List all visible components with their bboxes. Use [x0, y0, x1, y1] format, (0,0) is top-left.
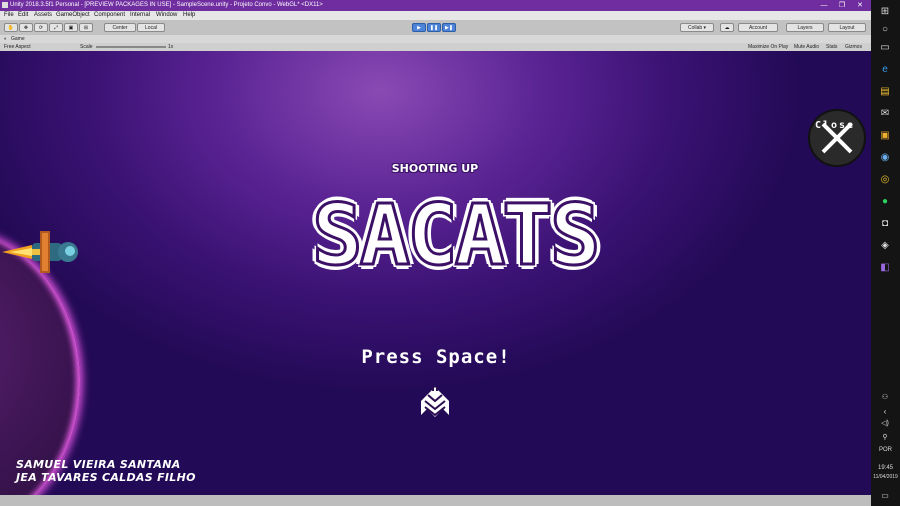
mail-icon[interactable]: ✉: [878, 106, 892, 120]
menu-help[interactable]: Help: [183, 11, 195, 20]
pivot-center-toggle[interactable]: Center: [104, 23, 136, 32]
game-tab-bar: ◐ Game: [0, 35, 871, 43]
credit-line-2: JEA TAVARES CALDAS FILHO: [16, 471, 196, 484]
menu-window[interactable]: Window: [156, 11, 177, 20]
logo-text: SACATS: [311, 185, 602, 286]
menu-gameobject[interactable]: GameObject: [56, 11, 90, 20]
layout-dropdown[interactable]: Layout: [828, 23, 866, 32]
scale-tool-icon[interactable]: ⤢: [49, 23, 63, 32]
volume-icon[interactable]: ◁): [878, 416, 892, 430]
close-label: Close: [814, 120, 856, 131]
menu-bar: File Edit Assets GameObject Component In…: [0, 11, 871, 20]
press-space-prompt: Press Space!: [361, 346, 511, 368]
player-ship-icon: [2, 231, 78, 273]
move-tool-icon[interactable]: ✥: [19, 23, 33, 32]
menu-internal[interactable]: Internal: [130, 11, 150, 20]
hand-tool-icon[interactable]: ✋: [4, 23, 18, 32]
minimize-button[interactable]: —: [815, 0, 833, 11]
window-title: Unity 2018.3.5f1 Personal - [PREVIEW PAC…: [10, 2, 323, 8]
visual-studio-icon[interactable]: ◧: [878, 260, 892, 274]
network-icon[interactable]: ⚲: [878, 430, 892, 444]
maximize-button[interactable]: ❐: [833, 0, 851, 11]
close-window-button[interactable]: ✕: [851, 0, 869, 11]
menu-edit[interactable]: Edit: [18, 11, 28, 20]
unity-logo-icon: [2, 2, 8, 8]
store-icon[interactable]: ▣: [878, 128, 892, 142]
play-button[interactable]: ▶: [412, 23, 426, 32]
credits: SAMUEL VIEIRA SANTANA JEA TAVARES CALDAS…: [16, 458, 196, 484]
clock-time[interactable]: 19:45: [871, 465, 900, 471]
app-icon[interactable]: ◉: [878, 150, 892, 164]
game-subtitle: SHOOTING UP: [391, 162, 479, 175]
account-dropdown[interactable]: Account: [738, 23, 778, 32]
scale-value: 1x: [168, 44, 174, 50]
collab-dropdown[interactable]: Collab ▾: [680, 23, 714, 32]
language-indicator[interactable]: POR: [871, 447, 900, 453]
menu-component[interactable]: Component: [94, 11, 125, 20]
people-icon[interactable]: ⚇: [878, 390, 892, 404]
unity-icon[interactable]: ◈: [878, 238, 892, 252]
file-explorer-icon[interactable]: ▤: [878, 84, 892, 98]
game-tab-icon: ◐: [4, 36, 8, 42]
rect-tool-icon[interactable]: ▣: [64, 23, 78, 32]
start-icon[interactable]: ⊞: [878, 4, 892, 18]
cloud-icon[interactable]: ☁: [720, 23, 734, 32]
gizmos-dropdown[interactable]: Gizmos: [845, 43, 862, 51]
edge-icon[interactable]: e: [878, 62, 892, 76]
windows-taskbar: ⊞ ○ ▭ e ▤ ✉ ▣ ◉ ◎ ● ◘ ◈ ◧ ⚇ ‹ ◁) ⚲ POR 1…: [871, 0, 900, 506]
main-toolbar: ✋ ✥ ⟳ ⤢ ▣ ⊞ Center Local ▶ ❚❚ ▶❚ Collab …: [0, 20, 871, 36]
task-view-icon[interactable]: ▭: [878, 40, 892, 54]
status-bar: [0, 495, 871, 506]
rotate-tool-icon[interactable]: ⟳: [34, 23, 48, 32]
layers-dropdown[interactable]: Layers: [786, 23, 824, 32]
discord-icon[interactable]: ◘: [878, 216, 892, 230]
game-tab[interactable]: Game: [11, 35, 25, 43]
close-game-button[interactable]: [808, 109, 866, 167]
game-logo: SACATS: [311, 180, 602, 290]
step-button[interactable]: ▶❚: [442, 23, 456, 32]
chrome-icon[interactable]: ◎: [878, 172, 892, 186]
stats-toggle[interactable]: Stats: [826, 43, 837, 51]
enemy-sprite-icon: [421, 387, 449, 417]
mute-audio-toggle[interactable]: Mute Audio: [794, 43, 819, 51]
notification-icon[interactable]: ▭: [878, 488, 892, 502]
credit-line-1: SAMUEL VIEIRA SANTANA: [16, 458, 181, 471]
clock-date[interactable]: 11/04/2019: [871, 474, 900, 480]
transform-tool-icon[interactable]: ⊞: [79, 23, 93, 32]
aspect-dropdown[interactable]: Free Aspect: [4, 43, 31, 51]
window-title-bar: Unity 2018.3.5f1 Personal - [PREVIEW PAC…: [0, 0, 871, 11]
scale-label: Scale: [80, 44, 93, 50]
spotify-icon[interactable]: ●: [878, 194, 892, 208]
menu-file[interactable]: File: [4, 11, 14, 20]
maximize-on-play-toggle[interactable]: Maximize On Play: [748, 43, 788, 51]
menu-assets[interactable]: Assets: [34, 11, 52, 20]
game-view[interactable]: Close SHOOTING UP SACATS Press Space! SA…: [0, 51, 871, 495]
space-local-toggle[interactable]: Local: [137, 23, 165, 32]
scale-slider[interactable]: [96, 46, 166, 48]
cortana-icon[interactable]: ○: [878, 22, 892, 36]
pause-button[interactable]: ❚❚: [427, 23, 441, 32]
